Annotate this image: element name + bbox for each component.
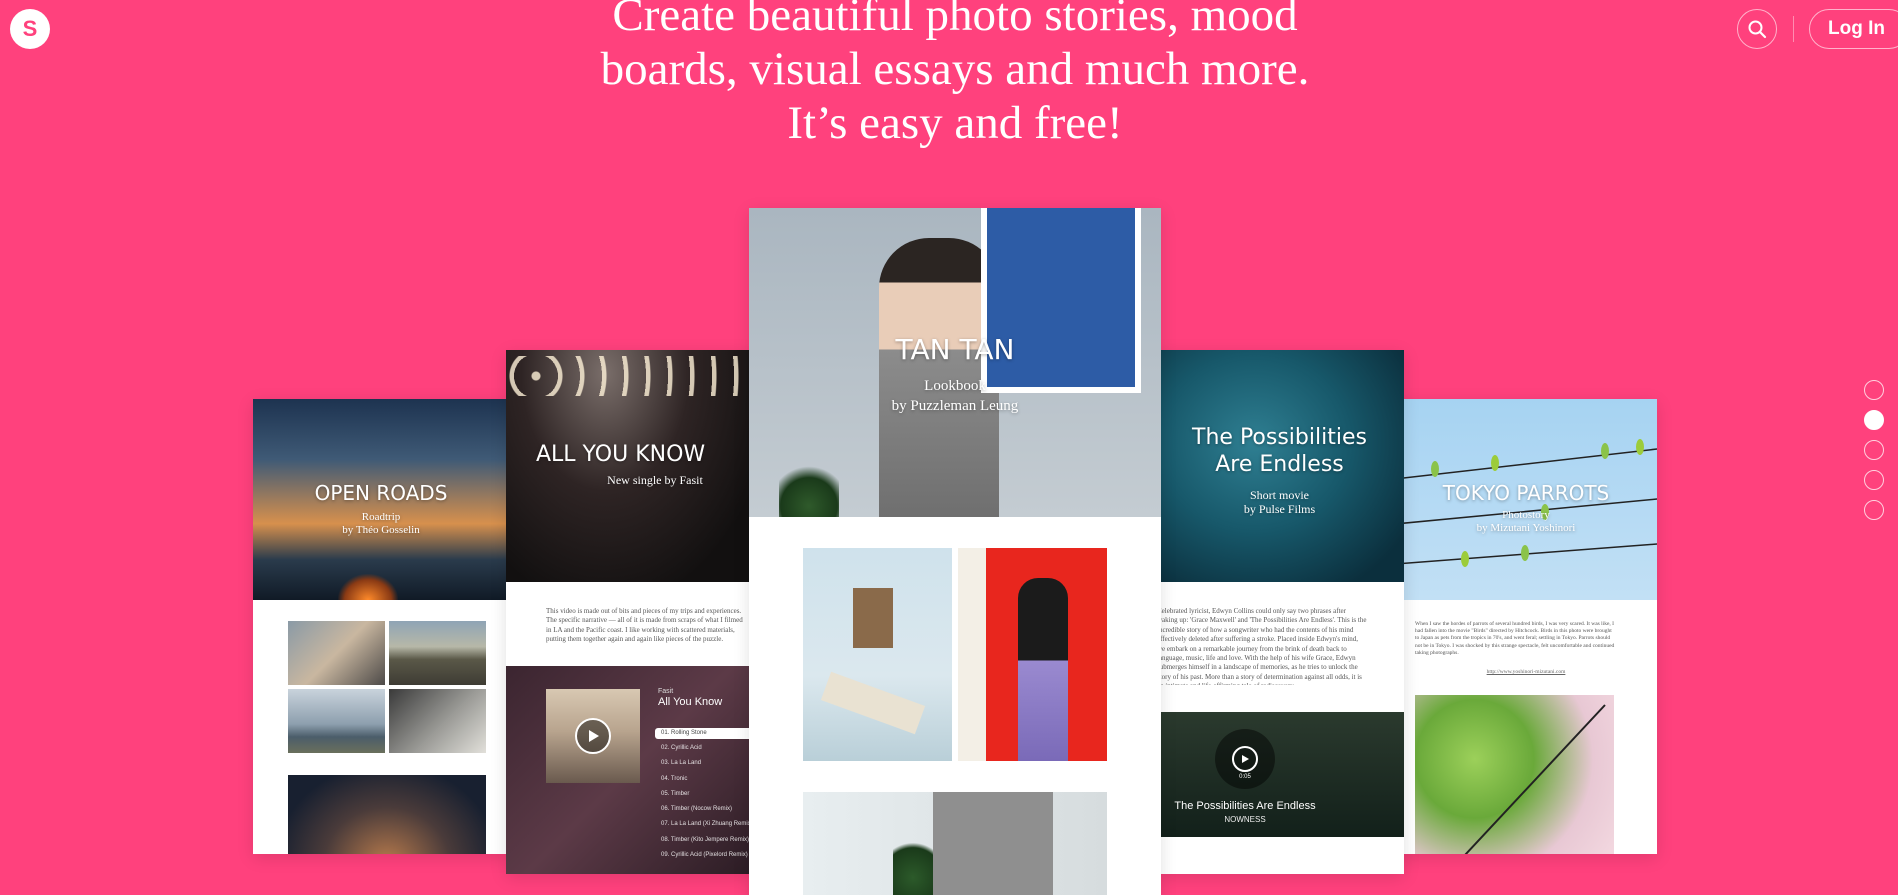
- track-item[interactable]: 07. La La Land (Xi Zhuang Remix): [655, 817, 754, 832]
- tokyo-parrots-cover: TOKYO PARROTS Photostory by Mizutani Yos…: [1395, 399, 1657, 600]
- tan-tan-cover: TAN TAN Lookbook by Puzzleman Leung: [749, 208, 1161, 517]
- hero-headline: Create beautiful photo stories, mood boa…: [450, 0, 1460, 150]
- story-card-possibilities[interactable]: The Possibilities Are Endless Short movi…: [1155, 350, 1404, 874]
- possibilities-title-2: Are Endless: [1215, 452, 1344, 477]
- video-title: The Possibilities Are Endless: [1174, 800, 1316, 812]
- open-roads-title: OPEN ROADS: [314, 481, 448, 505]
- track-item[interactable]: 03. La La Land: [655, 756, 754, 771]
- carousel-dot-2[interactable]: [1864, 410, 1884, 430]
- carousel-dot-4[interactable]: [1864, 470, 1884, 490]
- carousel-pagination[interactable]: [1864, 380, 1884, 530]
- story-card-open-roads[interactable]: OPEN ROADS Roadtrip by Théo Gosselin: [253, 399, 509, 854]
- carousel-dot-1[interactable]: [1864, 380, 1884, 400]
- track-item[interactable]: 02. Cyrillic Acid: [655, 741, 754, 756]
- all-you-know-sub: New single by Fasit: [607, 473, 703, 487]
- branch: [1464, 704, 1606, 854]
- video-brand: NOWNESS: [1224, 815, 1266, 824]
- track-item[interactable]: 01. Rolling Stone: [655, 728, 754, 739]
- all-you-know-text: This video is made out of bits and piece…: [546, 607, 743, 644]
- logo[interactable]: S: [10, 9, 50, 49]
- open-roads-sub1: Roadtrip: [361, 511, 401, 523]
- login-button[interactable]: Log In: [1809, 9, 1898, 49]
- track-item[interactable]: 08. Timber (Kito Jempere Remix): [655, 833, 754, 848]
- possibilities-text: Celebrated lyricist, Edwyn Collins could…: [1157, 607, 1367, 685]
- tan-tan-title: TAN TAN: [895, 333, 1015, 366]
- tokyo-parrots-title: TOKYO PARROTS: [1442, 481, 1610, 505]
- possibilities-sub2: by Pulse Films: [1243, 502, 1316, 516]
- tan-tan-sub2: by Puzzleman Leung: [891, 398, 1019, 414]
- video-time: 0:05: [1239, 774, 1251, 780]
- tokyo-parrots-photo: [1415, 695, 1614, 854]
- open-roads-cover: OPEN ROADS Roadtrip by Théo Gosselin: [253, 399, 509, 600]
- player-album: All You Know: [658, 696, 723, 708]
- carousel-dot-5[interactable]: [1864, 500, 1884, 520]
- tan-tan-photo-2: [958, 548, 1107, 761]
- tan-tan-photo-1: [803, 548, 952, 761]
- all-you-know-cover: ALL YOU KNOW New single by Fasit: [506, 350, 754, 582]
- open-roads-photo-3: [288, 689, 385, 753]
- track-item[interactable]: 09. Cyrillic Acid (Pixelord Remix): [655, 848, 754, 863]
- play-button[interactable]: [575, 718, 611, 754]
- track-item[interactable]: 05. Timber: [655, 787, 754, 802]
- search-button[interactable]: [1737, 9, 1777, 49]
- album-cover[interactable]: [546, 689, 640, 783]
- music-player[interactable]: Fasit All You Know 01. Rolling Stone 02.…: [506, 666, 754, 874]
- track-item[interactable]: 04. Tronic: [655, 772, 754, 787]
- search-icon: [1748, 20, 1767, 39]
- possibilities-sub1: Short movie: [1250, 488, 1309, 502]
- tan-tan-plant: [779, 458, 839, 517]
- all-you-know-title: ALL YOU KNOW: [536, 442, 706, 467]
- open-roads-photo-4: [389, 689, 486, 753]
- possibilities-cover: The Possibilities Are Endless Short movi…: [1155, 350, 1404, 582]
- video-play-button[interactable]: [1215, 729, 1275, 789]
- story-card-tokyo-parrots[interactable]: TOKYO PARROTS Photostory by Mizutani Yos…: [1395, 399, 1657, 854]
- play-icon: [589, 730, 599, 742]
- open-roads-sub2: by Théo Gosselin: [342, 524, 420, 536]
- play-icon: [1242, 755, 1249, 763]
- story-card-all-you-know[interactable]: ALL YOU KNOW New single by Fasit This vi…: [506, 350, 754, 874]
- headline-line-2: boards, visual essays and much more.: [600, 43, 1310, 95]
- story-card-tan-tan[interactable]: TAN TAN Lookbook by Puzzleman Leung: [749, 208, 1161, 895]
- possibilities-title-1: The Possibilities: [1192, 425, 1367, 450]
- tan-tan-sub1: Lookbook: [924, 378, 986, 394]
- tan-tan-photo-3: [803, 792, 1107, 895]
- headline-line-3: It’s easy and free!: [787, 97, 1123, 149]
- possibilities-video[interactable]: 0:05 The Possibilities Are Endless NOWNE…: [1155, 712, 1404, 837]
- tokyo-parrots-sub1: Photostory: [1502, 509, 1550, 521]
- open-roads-photo-5: [288, 775, 486, 854]
- tokyo-parrots-link[interactable]: http://www.yoshinori-mizutani.com: [1395, 669, 1657, 675]
- open-roads-photo-1: [288, 621, 385, 685]
- headline-line-1: Create beautiful photo stories, mood: [612, 0, 1298, 41]
- tokyo-parrots-sub2: by Mizutani Yoshinori: [1476, 522, 1576, 534]
- track-list[interactable]: 01. Rolling Stone 02. Cyrillic Acid 03. …: [655, 726, 754, 863]
- tokyo-parrots-text: When I saw the hordes of parrots of seve…: [1415, 621, 1615, 656]
- header-divider: [1793, 16, 1794, 42]
- player-artist: Fasit: [658, 688, 674, 695]
- open-roads-photo-2: [389, 621, 486, 685]
- carousel-dot-3[interactable]: [1864, 440, 1884, 460]
- track-item[interactable]: 06. Timber (Nocow Remix): [655, 802, 754, 817]
